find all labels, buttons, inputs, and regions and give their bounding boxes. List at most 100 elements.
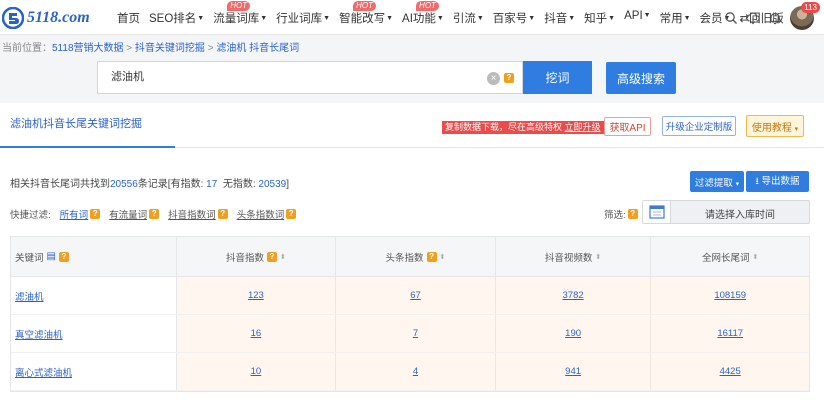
breadcrumb-separator: > bbox=[123, 43, 135, 54]
quick-filter-traffic[interactable]: 有流量词? bbox=[109, 207, 160, 221]
logo[interactable]: 5118.com bbox=[2, 7, 90, 29]
cell-toutiao-index-link[interactable]: 67 bbox=[410, 290, 421, 301]
cell-longtail-count-link[interactable]: 108159 bbox=[714, 290, 746, 301]
screen-label: 筛选:? bbox=[604, 207, 638, 221]
nav-item[interactable]: 抖音▼ bbox=[544, 10, 575, 26]
breadcrumb-item[interactable]: 5118营销大数据 bbox=[52, 43, 124, 54]
help-icon[interactable]: ? bbox=[90, 209, 101, 219]
quick-filter-douyin-index[interactable]: 抖音指数词? bbox=[168, 207, 228, 221]
caret-down-icon: ▼ bbox=[608, 15, 616, 22]
cell-video-count-link[interactable]: 3782 bbox=[563, 290, 584, 301]
cell-longtail-count: 4425 bbox=[651, 353, 809, 390]
help-icon[interactable]: ? bbox=[627, 209, 638, 219]
nav-item-label: 知乎 bbox=[584, 13, 608, 25]
cell-toutiao-index: 67 bbox=[336, 277, 496, 314]
nav-item[interactable]: 百家号▼ bbox=[493, 10, 535, 26]
search-icon[interactable] bbox=[724, 11, 738, 25]
nav-item-label: SEO排名 bbox=[149, 13, 197, 25]
help-icon[interactable]: ? bbox=[217, 209, 228, 219]
nav-item[interactable]: 知乎▼ bbox=[584, 10, 615, 26]
breadcrumb-prefix: 当前位置： bbox=[2, 43, 52, 54]
col-douyin-index[interactable]: 抖音指数? ⬍ bbox=[177, 237, 337, 276]
download-icon: ⭳ bbox=[755, 176, 759, 187]
advanced-search-button[interactable]: 高级搜索 bbox=[606, 62, 676, 94]
upgrade-promo[interactable]: 复制数据下载，尽在高级特权 立即升级 bbox=[442, 121, 604, 134]
bell-icon[interactable] bbox=[768, 11, 782, 25]
export-data-button[interactable]: ⭳ 导出数据 bbox=[746, 171, 809, 192]
sort-icon[interactable]: ⬍ bbox=[280, 253, 286, 261]
sort-icon[interactable]: ⬍ bbox=[753, 253, 759, 261]
cell-toutiao-index-link[interactable]: 4 bbox=[413, 366, 418, 377]
nav-item[interactable]: SEO排名▼ bbox=[149, 10, 204, 26]
avatar[interactable]: 113 bbox=[790, 2, 820, 30]
col-toutiao-index[interactable]: 头条指数? ⬍ bbox=[336, 237, 496, 276]
promo-text: 复制数据下载，尽在高级特权 bbox=[445, 122, 565, 132]
nav-item[interactable]: AI功能▼ HOT bbox=[402, 1, 444, 26]
clear-icon[interactable]: × bbox=[487, 72, 500, 85]
help-icon[interactable]: ? bbox=[149, 209, 160, 219]
export-label: 导出数据 bbox=[761, 176, 800, 187]
caret-down-icon: ▼ bbox=[683, 15, 691, 22]
help-icon[interactable]: ? bbox=[426, 251, 437, 262]
help-icon[interactable]: ? bbox=[286, 209, 297, 219]
sort-icon[interactable]: ⬍ bbox=[595, 253, 601, 261]
nav-item[interactable]: 首页 bbox=[117, 10, 140, 26]
col-keyword[interactable]: 关键词 ▤? bbox=[11, 237, 177, 276]
cell-keyword-link[interactable]: 离心式滤油机 bbox=[15, 365, 72, 379]
copy-icon[interactable]: ▤ bbox=[47, 251, 56, 262]
col-video-count[interactable]: 抖音视频数 ⬍ bbox=[496, 237, 652, 276]
cell-longtail-count-link[interactable]: 16117 bbox=[717, 328, 743, 339]
cell-douyin-index-link[interactable]: 16 bbox=[251, 328, 262, 339]
enterprise-upgrade-button[interactable]: 升级企业定制版 bbox=[662, 116, 736, 136]
quick-filter-all[interactable]: 所有词? bbox=[60, 207, 101, 221]
cell-video-count-link[interactable]: 941 bbox=[565, 366, 581, 377]
table-header: 关键词 ▤? 抖音指数? ⬍ 头条指数? ⬍ 抖音视频数 ⬍ 全网长尾词 ⬍ bbox=[11, 237, 809, 277]
filter-extract-button[interactable]: 过滤提取 ▾ bbox=[690, 171, 744, 192]
filter-label: 过滤提取 bbox=[694, 177, 733, 189]
cell-douyin-index-link[interactable]: 123 bbox=[248, 290, 264, 301]
nav-item[interactable]: 常用▼ bbox=[660, 10, 691, 26]
hot-badge: HOT bbox=[227, 1, 251, 11]
hot-badge: HOT bbox=[416, 1, 439, 11]
col-longtail-count[interactable]: 全网长尾词 ⬍ bbox=[651, 237, 809, 276]
nav-item[interactable]: 流量词库▼ HOT bbox=[213, 1, 267, 26]
tab-longtail-mining[interactable]: 滤油机抖音长尾关键词挖掘 bbox=[10, 115, 142, 131]
nav-item[interactable]: API▼ bbox=[624, 10, 650, 26]
caret-down-icon: ▼ bbox=[323, 15, 331, 22]
cloud-download-icon[interactable] bbox=[746, 11, 760, 25]
breadcrumb-item[interactable]: 滤油机 抖音长尾词 bbox=[216, 43, 299, 54]
get-api-button[interactable]: 获取API bbox=[604, 117, 651, 136]
cell-keyword: 真空滤油机 bbox=[11, 315, 177, 352]
summary-mid: 条记录[有指数: bbox=[137, 179, 204, 190]
promo-upgrade-link[interactable]: 立即升级 bbox=[565, 122, 601, 132]
cell-toutiao-index-link[interactable]: 7 bbox=[413, 328, 418, 339]
hot-badge: HOT bbox=[353, 1, 376, 11]
cell-keyword-link[interactable]: 真空滤油机 bbox=[15, 327, 63, 341]
help-icon[interactable]: ? bbox=[504, 73, 514, 83]
nav-item-label: 引流 bbox=[452, 13, 476, 25]
date-select[interactable]: 请选择入库时间 bbox=[642, 200, 810, 224]
tab-active-indicator bbox=[0, 146, 175, 148]
screen-label-text: 筛选: bbox=[604, 210, 626, 221]
cell-video-count-link[interactable]: 190 bbox=[565, 328, 581, 339]
col-toutiao-index-label: 头条指数 bbox=[385, 252, 424, 264]
col-douyin-index-label: 抖音指数 bbox=[225, 252, 264, 264]
search-input[interactable] bbox=[111, 70, 481, 82]
tutorial-label: 使用教程 bbox=[751, 122, 792, 134]
cell-keyword-link[interactable]: 滤油机 bbox=[15, 289, 44, 303]
quick-filter-toutiao-index[interactable]: 头条指数词? bbox=[237, 207, 297, 221]
dig-button[interactable]: 挖词 bbox=[523, 61, 592, 94]
nav-item[interactable]: 智能改写▼ HOT bbox=[339, 1, 393, 26]
breadcrumb-item[interactable]: 抖音关键词挖掘 bbox=[135, 43, 205, 54]
calendar-icon bbox=[643, 201, 671, 223]
table-body: 滤油机 123 67 3782 108159 真空滤油机 16 7 190 16117 离心式滤油机… bbox=[11, 277, 809, 391]
table-row: 滤油机 123 67 3782 108159 bbox=[11, 277, 809, 315]
cell-longtail-count-link[interactable]: 4425 bbox=[720, 366, 741, 377]
help-icon[interactable]: ? bbox=[58, 251, 69, 262]
sort-icon[interactable]: ⬍ bbox=[440, 253, 446, 261]
nav-item[interactable]: 行业词库▼ bbox=[276, 10, 330, 26]
nav-item[interactable]: 引流▼ bbox=[453, 10, 484, 26]
cell-douyin-index-link[interactable]: 10 bbox=[251, 366, 262, 377]
tutorial-button[interactable]: 使用教程 ▾ bbox=[746, 115, 804, 137]
help-icon[interactable]: ? bbox=[266, 251, 277, 262]
